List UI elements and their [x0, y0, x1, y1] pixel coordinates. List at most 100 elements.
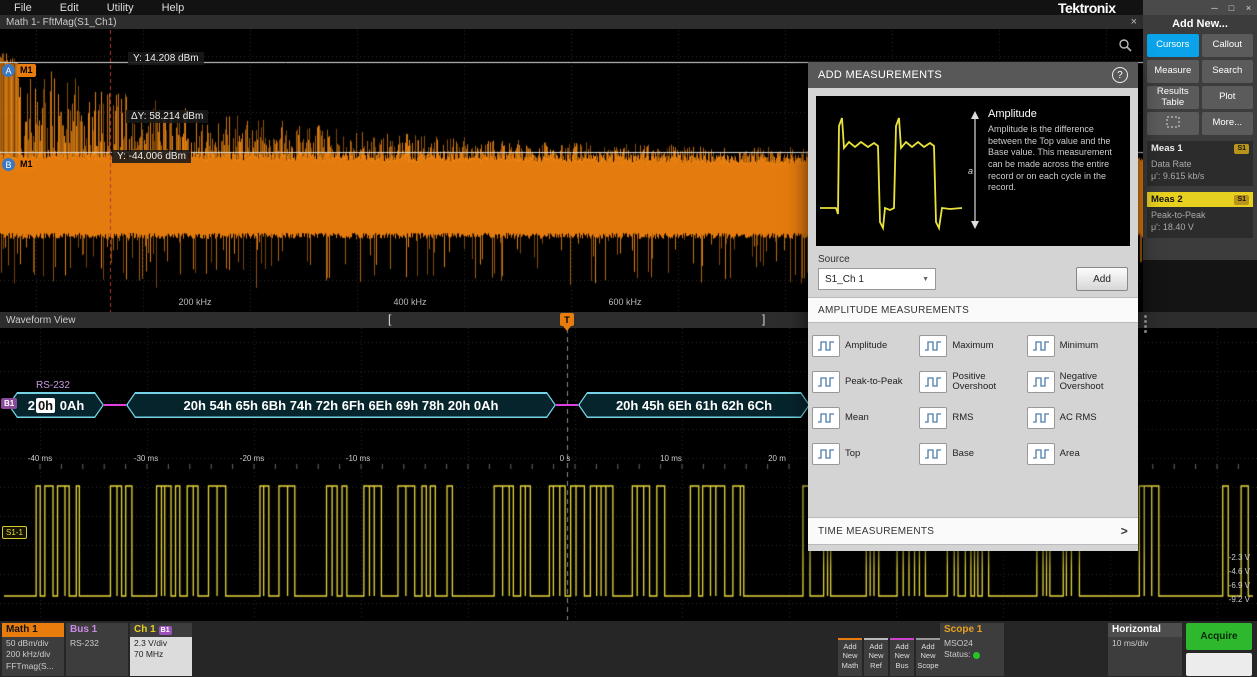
- bus-1-badge[interactable]: Bus 1 RS-232: [66, 623, 128, 676]
- measurement-label: Top: [845, 449, 860, 459]
- horizontal-name: Horizontal: [1108, 623, 1182, 637]
- menu-help[interactable]: Help: [148, 2, 199, 14]
- measurement-label: Base: [952, 449, 974, 459]
- sidebar-title: Add New...: [1143, 15, 1257, 34]
- close-icon[interactable]: ×: [1131, 16, 1137, 28]
- cursors-button[interactable]: Cursors: [1147, 34, 1199, 57]
- menu-edit[interactable]: Edit: [46, 2, 93, 14]
- decode-segment-3[interactable]: 20h 45h 6Eh 61h 62h 6Ch: [578, 392, 810, 418]
- more-button[interactable]: More...: [1202, 112, 1254, 135]
- mean-icon: [812, 407, 840, 429]
- decode-segment-1[interactable]: 2 0h 0Ah: [8, 392, 104, 418]
- splitter-handle[interactable]: [1144, 315, 1147, 318]
- meas-2-type: Peak-to-Peak: [1151, 209, 1249, 221]
- amplitude-icon: [812, 335, 840, 357]
- search-button[interactable]: Search: [1202, 60, 1254, 83]
- decode-1-highlight: 0h: [36, 398, 55, 413]
- chevron-right-icon: >: [1121, 524, 1128, 538]
- status-indicator: [973, 652, 980, 659]
- add-button[interactable]: Add: [1076, 267, 1128, 291]
- measurement-negative-overshoot-button[interactable]: Negative Overshoot: [1027, 367, 1134, 397]
- measurement-label: Minimum: [1060, 341, 1099, 351]
- cursor-b-source-badge: M1: [17, 158, 36, 171]
- dialog-header[interactable]: ADD MEASUREMENTS ?: [808, 62, 1138, 88]
- minimize-icon[interactable]: ─: [1206, 3, 1223, 13]
- measurement-top-button[interactable]: Top: [812, 439, 919, 469]
- meas-2-badge[interactable]: Meas 2 S1 Peak-to-Peak μ': 18.40 V: [1147, 192, 1253, 237]
- source-label: Source: [818, 254, 1128, 265]
- measurement-rms-button[interactable]: RMS: [919, 403, 1026, 433]
- results-table-button[interactable]: Results Table: [1147, 86, 1199, 109]
- add-new-ref-button[interactable]: Add New Ref: [864, 638, 888, 676]
- window-close-icon[interactable]: ×: [1240, 3, 1257, 13]
- measurement-label: Peak-to-Peak: [845, 377, 903, 387]
- bus-idle-line: [104, 404, 126, 406]
- bus-decode-label: RS-232: [36, 380, 70, 391]
- acquire-button[interactable]: Acquire: [1186, 623, 1252, 650]
- math-1-hscale: 200 kHz/div: [6, 649, 60, 660]
- zoom-magnifier-icon[interactable]: [1118, 38, 1132, 57]
- measurement-positive-overshoot-button[interactable]: Positive Overshoot: [919, 367, 1026, 397]
- ac-rms-icon: [1027, 407, 1055, 429]
- draw-a-box-button[interactable]: [1147, 112, 1199, 135]
- add-measurements-dialog: ADD MEASUREMENTS ? a Amplitude Amplitude…: [808, 62, 1138, 551]
- menu-utility[interactable]: Utility: [93, 2, 148, 14]
- negative-overshoot-icon: [1027, 371, 1055, 393]
- time-measurements-section[interactable]: TIME MEASUREMENTS >: [808, 517, 1138, 545]
- zoom-bracket-left[interactable]: [: [388, 312, 391, 326]
- decode-1-post: 0Ah: [56, 398, 84, 413]
- measurement-label: Amplitude: [845, 341, 887, 351]
- callout-button[interactable]: Callout: [1202, 34, 1254, 57]
- bus-badge[interactable]: B1: [1, 398, 17, 409]
- channel-badge[interactable]: S1-1: [2, 526, 27, 539]
- cursor-y2-readout: Y: -44.006 dBm: [112, 150, 191, 163]
- measurement-base-button[interactable]: Base: [919, 439, 1026, 469]
- add-new-bus-button[interactable]: Add New Bus: [890, 638, 914, 676]
- add-new-scope-button[interactable]: Add New Scope: [916, 638, 940, 676]
- plot-button[interactable]: Plot: [1202, 86, 1254, 109]
- source-row: Source S1_Ch 1 ▼ Add: [818, 254, 1128, 291]
- cursor-a-marker[interactable]: A M1: [2, 64, 36, 77]
- cursor-a-label: A: [2, 64, 15, 77]
- meas-2-name: Meas 2: [1151, 194, 1183, 205]
- measurement-maximum-button[interactable]: Maximum: [919, 331, 1026, 361]
- measurement-mean-button[interactable]: Mean: [812, 403, 919, 433]
- decode-segment-2[interactable]: 20h 54h 65h 6Bh 74h 72h 6Fh 6Eh 69h 78h …: [126, 392, 556, 418]
- trigger-marker[interactable]: T: [560, 313, 574, 326]
- measure-button[interactable]: Measure: [1147, 60, 1199, 83]
- measurement-label: Mean: [845, 413, 869, 423]
- cursor-b-label: B: [2, 158, 15, 171]
- ch-1-badge[interactable]: Ch 1 B1 2.3 V/div 70 MHz: [130, 623, 192, 676]
- ch-1-name: Ch 1: [134, 623, 156, 637]
- amplitude-measurements-section[interactable]: AMPLITUDE MEASUREMENTS: [808, 297, 1138, 323]
- add-new-math-button[interactable]: Add New Math: [838, 638, 862, 676]
- peak-to-peak-icon: [812, 371, 840, 393]
- measurement-peak-to-peak-button[interactable]: Peak-to-Peak: [812, 367, 919, 397]
- chevron-down-icon: ▼: [922, 276, 929, 283]
- help-icon[interactable]: ?: [1112, 67, 1128, 83]
- acquire-secondary-button[interactable]: [1186, 653, 1252, 676]
- horizontal-badge[interactable]: Horizontal 10 ms/div: [1108, 623, 1182, 676]
- math-view-header: Math 1- FftMag(S1_Ch1) ×: [0, 15, 1143, 30]
- meas-1-name: Meas 1: [1151, 143, 1183, 154]
- math-1-name: Math 1: [2, 623, 64, 637]
- measurement-amplitude-button[interactable]: Amplitude: [812, 331, 919, 361]
- cursor-b-marker[interactable]: B M1: [2, 158, 36, 171]
- zoom-bracket-right[interactable]: ]: [762, 312, 765, 326]
- measurement-label: AC RMS: [1060, 413, 1097, 423]
- preview-description: Amplitude is the difference between the …: [988, 124, 1124, 194]
- scope-1-badge[interactable]: Scope 1 MSO24 Status:: [940, 623, 1004, 676]
- meas-1-badge[interactable]: Meas 1 S1 Data Rate μ': 9.615 kb/s: [1147, 141, 1253, 186]
- meas-1-source-badge: S1: [1234, 144, 1249, 154]
- frequency-tick-label: 400 kHz: [393, 297, 426, 307]
- source-select[interactable]: S1_Ch 1 ▼: [818, 268, 936, 290]
- measurement-label: Area: [1060, 449, 1080, 459]
- menu-file[interactable]: File: [0, 2, 46, 14]
- measurement-ac-rms-button[interactable]: AC RMS: [1027, 403, 1134, 433]
- measurement-minimum-button[interactable]: Minimum: [1027, 331, 1134, 361]
- time-tick-label: -40 ms: [28, 454, 52, 463]
- maximize-icon[interactable]: □: [1223, 3, 1240, 13]
- measurement-area-button[interactable]: Area: [1027, 439, 1134, 469]
- math-1-badge[interactable]: Math 1 50 dBm/div 200 kHz/div FFTmag(S..…: [2, 623, 64, 676]
- scope-1-model: MSO24: [944, 638, 1000, 649]
